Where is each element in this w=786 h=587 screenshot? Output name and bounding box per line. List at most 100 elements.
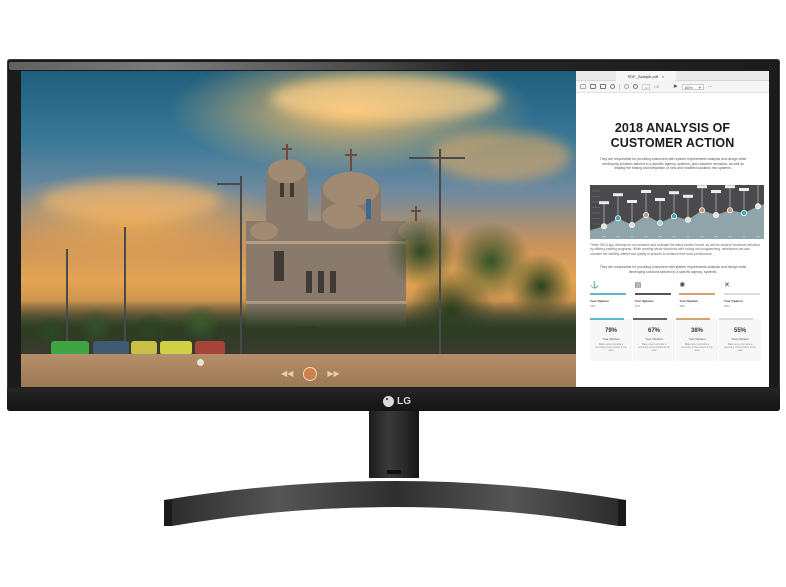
data-label xyxy=(655,198,665,201)
tab-title: PDF_Sample.pdf xyxy=(627,73,659,79)
data-label xyxy=(711,190,721,193)
stat-value: 55% xyxy=(733,328,746,334)
body-paragraph: These SW & app developers can research a… xyxy=(590,243,760,256)
feature-bar xyxy=(723,293,760,295)
wallpaper-photo: ◀◀ ▶▶ xyxy=(21,71,576,387)
street-lamp xyxy=(240,176,242,356)
stat-label: Your Opinion xyxy=(731,337,749,341)
title-line-1: 2018 ANALYSIS OF xyxy=(614,121,731,135)
stat-value: 38% xyxy=(690,328,703,334)
stand-base xyxy=(164,481,626,526)
stand-neck xyxy=(369,411,419,478)
pdf-viewer: PDF_Sample.pdf × 1 / 2 ➤ 80% ▾ ··· 2018 … xyxy=(576,71,769,387)
stat-desc: Make sure to provide a summary of the co… xyxy=(638,343,670,352)
x-tick xyxy=(630,236,634,237)
feature-label: Your Opinion xyxy=(590,298,609,303)
data-label xyxy=(697,185,707,189)
stat-value: 67% xyxy=(647,328,660,334)
bezel-highlight xyxy=(9,62,776,70)
stat-card: 55% Your Opinion Make sure to provide a … xyxy=(719,318,762,361)
toolbar-divider xyxy=(619,83,620,90)
email-icon[interactable] xyxy=(600,84,606,89)
anchor-icon: ⚓ xyxy=(590,282,599,289)
street-lamp-arm xyxy=(217,183,241,185)
data-point xyxy=(614,215,621,222)
rewind-icon[interactable]: ◀◀ xyxy=(281,370,293,378)
stat-accent xyxy=(633,318,667,320)
data-point xyxy=(671,213,678,220)
page-total: / 2 xyxy=(654,84,659,89)
x-tick xyxy=(728,236,732,237)
document-title: 2018 ANALYSIS OF CUSTOMER ACTION xyxy=(576,121,769,151)
x-tick xyxy=(756,236,760,237)
area-chart xyxy=(590,185,764,239)
stat-label: Your Opinion xyxy=(688,337,706,341)
zoom-select[interactable]: 80% ▾ xyxy=(681,83,704,90)
car xyxy=(51,341,89,355)
data-point xyxy=(629,222,636,229)
save-icon[interactable] xyxy=(580,84,586,89)
play-button-icon[interactable] xyxy=(303,367,318,381)
x-tick xyxy=(616,236,620,237)
stat-card: 79% Your Opinion Make sure to provide a … xyxy=(590,318,633,361)
tab-pdf-sample[interactable]: PDF_Sample.pdf × xyxy=(616,71,676,81)
fast-forward-icon[interactable]: ▶▶ xyxy=(327,370,339,378)
page-number-input[interactable]: 1 xyxy=(642,83,651,90)
data-point xyxy=(643,211,650,218)
data-label xyxy=(683,194,693,198)
intro-paragraph: They are responsible for providing custo… xyxy=(599,157,747,171)
x-tick xyxy=(672,236,676,237)
pdf-toolbar: 1 / 2 ➤ 80% ▾ ··· xyxy=(576,81,769,93)
car xyxy=(93,341,129,355)
car xyxy=(195,341,225,355)
more-icon[interactable]: ··· xyxy=(708,84,713,90)
feature-item: ⚓ Your Opinion 79% xyxy=(590,281,626,308)
feature-label: Your Opinion xyxy=(723,298,743,303)
data-point xyxy=(657,220,664,227)
media-controls: ◀◀ ▶▶ xyxy=(281,367,340,381)
feature-item: ▤ Your Opinion 67% xyxy=(634,281,671,308)
logo-text: LG xyxy=(397,395,412,407)
features-row: ⚓ Your Opinion 79% ▤ Your Opinion 67% ✺ … xyxy=(590,281,760,308)
data-point xyxy=(685,216,692,223)
page-up-icon[interactable] xyxy=(624,84,629,89)
street-lamp-arm xyxy=(409,157,465,159)
cursor-icon[interactable]: ➤ xyxy=(673,83,678,90)
feature-bar xyxy=(634,293,671,295)
tab-bar: PDF_Sample.pdf × xyxy=(576,71,769,81)
data-label xyxy=(599,201,609,205)
features-intro: They are responsible for providing custo… xyxy=(599,265,747,274)
x-tick xyxy=(700,236,704,237)
data-label xyxy=(641,190,651,193)
x-tick xyxy=(714,236,718,237)
brand-logo: LG xyxy=(383,395,411,407)
gear-icon: ✺ xyxy=(679,282,686,289)
tab-close-icon[interactable]: × xyxy=(662,74,664,79)
stat-value: 79% xyxy=(604,328,617,334)
search-icon[interactable] xyxy=(610,84,615,89)
scrubber-handle[interactable] xyxy=(197,359,204,366)
data-point xyxy=(754,203,761,210)
car xyxy=(160,341,192,355)
feature-value: 38% xyxy=(679,303,685,308)
stat-label: Your Opinion xyxy=(602,337,620,341)
stat-card: 38% Your Opinion Make sure to provide a … xyxy=(676,318,719,361)
feature-bar xyxy=(679,293,716,295)
feature-value: 55% xyxy=(723,303,730,308)
zoom-value: 80% xyxy=(684,84,693,90)
chart-area xyxy=(590,204,764,239)
street-lamp xyxy=(439,149,441,356)
stat-accent xyxy=(590,318,624,320)
data-point xyxy=(600,223,607,230)
x-tick xyxy=(686,236,690,237)
page-down-icon[interactable] xyxy=(633,84,638,89)
stat-desc: Make sure to provide a summary of the co… xyxy=(681,343,713,352)
data-label xyxy=(725,185,735,189)
feature-value: 79% xyxy=(590,303,596,308)
chevron-down-icon: ▾ xyxy=(698,84,701,90)
print-icon[interactable] xyxy=(590,84,596,89)
cloud xyxy=(431,131,571,181)
x-tick xyxy=(742,236,746,237)
tools-icon: ✕ xyxy=(723,282,730,289)
stat-desc: Make sure to provide a summary of the co… xyxy=(595,343,627,352)
